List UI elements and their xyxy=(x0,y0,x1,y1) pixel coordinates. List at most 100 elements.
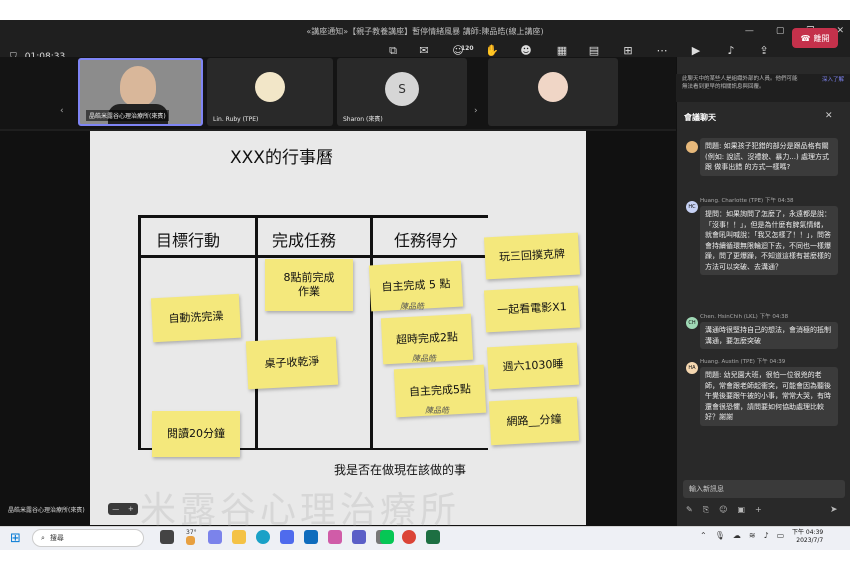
compose-options: ✎ ⎘ ☺ ▣ + xyxy=(686,505,762,515)
column-divider xyxy=(370,215,373,450)
avatar: HC xyxy=(686,201,698,213)
camera-icon: ▶ xyxy=(691,44,701,57)
file-explorer-icon[interactable] xyxy=(232,530,246,544)
taskbar-clock[interactable]: 下午 04:39 2023/7/7 xyxy=(792,529,823,546)
sticky-note: 網路__分鐘 xyxy=(488,396,580,446)
avatar: S xyxy=(385,72,419,106)
line-icon[interactable] xyxy=(380,530,394,544)
system-tray: ⌃ 🎙 ☁ ≋ ♪ ▭ xyxy=(700,531,784,540)
handwritten-signature: 陳品皓 xyxy=(400,302,424,311)
avatar xyxy=(686,141,698,153)
message-text: 問題: 幼兒園大班，很怕一位很兇的老師，常會跟老師起衝突，可能會因為聽後午覺後要… xyxy=(700,367,838,426)
widgets-icon[interactable] xyxy=(186,536,195,545)
chat-app-icon[interactable] xyxy=(208,530,222,544)
task-view-icon[interactable] xyxy=(160,530,174,544)
minimize-button[interactable]: — xyxy=(745,26,754,36)
windows-start-icon[interactable]: ⊞ xyxy=(10,531,21,546)
more-icon: ⋯ xyxy=(656,44,668,57)
strip-prev-arrow[interactable]: ‹ xyxy=(60,106,64,116)
maximize-button[interactable]: ▢ xyxy=(776,26,785,36)
sticky-note: 8點前完成作業 xyxy=(265,259,353,311)
window-title: «講座通知»【親子教養講座】暫停情緒風暴 講師:陳品皓(線上講座) xyxy=(306,26,544,36)
teams-icon[interactable] xyxy=(352,530,366,544)
zoom-out-button[interactable]: — xyxy=(112,505,119,513)
send-icon[interactable]: ➤ xyxy=(830,505,838,515)
wifi-icon[interactable]: ≋ xyxy=(749,531,756,540)
view-icon: ▦ xyxy=(556,44,568,57)
avatar: HA xyxy=(686,362,698,374)
mic-icon: ♪ xyxy=(727,44,735,57)
participant-name: Sharon (來賓) xyxy=(343,116,383,123)
message-input[interactable]: 輸入新訊息 xyxy=(683,480,845,498)
column-divider xyxy=(255,215,258,450)
plus-icon[interactable]: + xyxy=(755,505,762,515)
chat-message[interactable]: CH Chen. HsinChih (LKL) 下午 04:38 溝通時很堅持自己的… xyxy=(686,312,838,349)
zoom-control[interactable]: — + xyxy=(108,503,138,515)
cloud-icon[interactable]: ☁ xyxy=(733,531,741,540)
shared-slide: XXX的行事曆 目標行動 完成任務 任務得分 自動洗完澡 閱讀20分鐘 8點前完… xyxy=(90,131,586,525)
message-text: 溝通時很堅持自己的想法，會消極的抵制溝通，要怎麼突破 xyxy=(700,322,838,349)
handwritten-signature: 陳品皓 xyxy=(412,354,436,363)
popout-icon: ⧉ xyxy=(389,44,397,57)
sticky-note: 週六1030睡 xyxy=(486,342,580,390)
slide-footer-text: 我是否在做現在該做的事 xyxy=(334,463,467,477)
chat-panel xyxy=(676,57,850,530)
message-text: 問題: 如果孩子犯錯的部分是跟品格有關(例如: 說謊、沒禮貌、暴力...) 處理… xyxy=(700,138,838,176)
presenter-video xyxy=(120,66,156,106)
sticky-note: 自動洗完澡 xyxy=(150,293,242,343)
message-sender: Chen. HsinChih (LKL) 下午 04:38 xyxy=(700,314,789,320)
chat-message[interactable]: 問題: 如果孩子犯錯的部分是跟品格有關(例如: 說謊、沒禮貌、暴力...) 處理… xyxy=(686,136,838,176)
speaker-icon[interactable]: ♪ xyxy=(764,531,769,540)
battery-icon[interactable]: ▭ xyxy=(777,531,785,540)
edge-icon[interactable] xyxy=(256,530,270,544)
outlook-icon[interactable] xyxy=(304,530,318,544)
people-count: 120 xyxy=(461,45,474,52)
taskbar-search[interactable]: ⌕ 搜尋 xyxy=(32,529,144,547)
store-icon[interactable] xyxy=(280,530,294,544)
chat-icon: ✉ xyxy=(419,44,429,57)
chevron-up-icon[interactable]: ⌃ xyxy=(700,531,707,540)
search-icon: ⌕ xyxy=(41,533,45,542)
learn-more-link[interactable]: 深入了解 xyxy=(820,77,844,85)
gif-icon[interactable]: ▣ xyxy=(737,505,745,515)
emoji-icon: ☻ xyxy=(520,44,532,57)
participant-name: Lin. Ruby (TPE) xyxy=(213,116,259,123)
emoji-icon[interactable]: ☺ xyxy=(719,505,727,515)
presenter-label: 晶皓米露谷心理治療所(來賓) xyxy=(8,507,85,514)
column-header: 目標行動 xyxy=(156,231,221,250)
chat-message[interactable]: HA Huang. Austin (TPE) 下午 04:39 問題: 幼兒園大班，… xyxy=(686,357,838,426)
strip-next-arrow[interactable]: › xyxy=(474,106,478,116)
chrome-icon[interactable] xyxy=(402,530,416,544)
table-left-border xyxy=(138,215,141,450)
weather-temp[interactable]: 37° xyxy=(186,529,197,536)
slide-title: XXX的行事曆 xyxy=(230,148,333,168)
avatar: CH xyxy=(686,317,698,329)
external-notice: 此聊天中的某些人是組織外部的人員。他們可能無法看到更早的相關訊息與回覆。 深入了解 xyxy=(676,74,850,102)
sticky-note: 一起看電影X1 xyxy=(483,285,581,333)
sticky-note: 閱讀20分鐘 xyxy=(152,411,240,457)
notes-icon: ▤ xyxy=(588,44,600,57)
zoom-in-button[interactable]: + xyxy=(128,505,134,513)
message-sender: Huang. Charlotte (TPE) 下午 04:38 xyxy=(700,198,794,204)
participant-tile[interactable] xyxy=(488,58,618,126)
attach-icon[interactable]: ⎘ xyxy=(703,505,709,515)
mic-muted-icon[interactable]: 🎙 xyxy=(715,531,725,540)
table-top-border xyxy=(138,215,488,218)
column-header: 完成任務 xyxy=(272,231,337,250)
chat-message[interactable]: HC Huang. Charlotte (TPE) 下午 04:38 提問：如果詢問… xyxy=(686,196,838,275)
avatar xyxy=(538,72,568,102)
column-header: 任務得分 xyxy=(394,231,459,250)
participant-tile[interactable]: S Sharon (來賓) xyxy=(337,58,467,126)
close-chat-icon[interactable]: ✕ xyxy=(825,111,833,121)
leave-button[interactable]: ☎ 離開 xyxy=(792,28,838,48)
sticky-note: 玩三回撲克牌 xyxy=(483,232,581,280)
format-icon[interactable]: ✎ xyxy=(686,505,693,515)
snip-icon[interactable] xyxy=(328,530,342,544)
table-header-border xyxy=(138,255,488,258)
participant-tile[interactable]: 晶皓米露谷心理治療所(來賓) xyxy=(78,58,203,126)
participant-tile[interactable]: Lin. Ruby (TPE) xyxy=(207,58,333,126)
message-sender: Huang. Austin (TPE) 下午 04:39 xyxy=(700,359,786,365)
chat-title: 會議聊天 xyxy=(684,113,716,122)
excel-icon[interactable] xyxy=(426,530,440,544)
message-text: 提問：如果詢問了怎麼了，永遠都是說：「沒事！！」，但是為什麼有脾氣情緒，就會吼叫… xyxy=(700,206,838,275)
